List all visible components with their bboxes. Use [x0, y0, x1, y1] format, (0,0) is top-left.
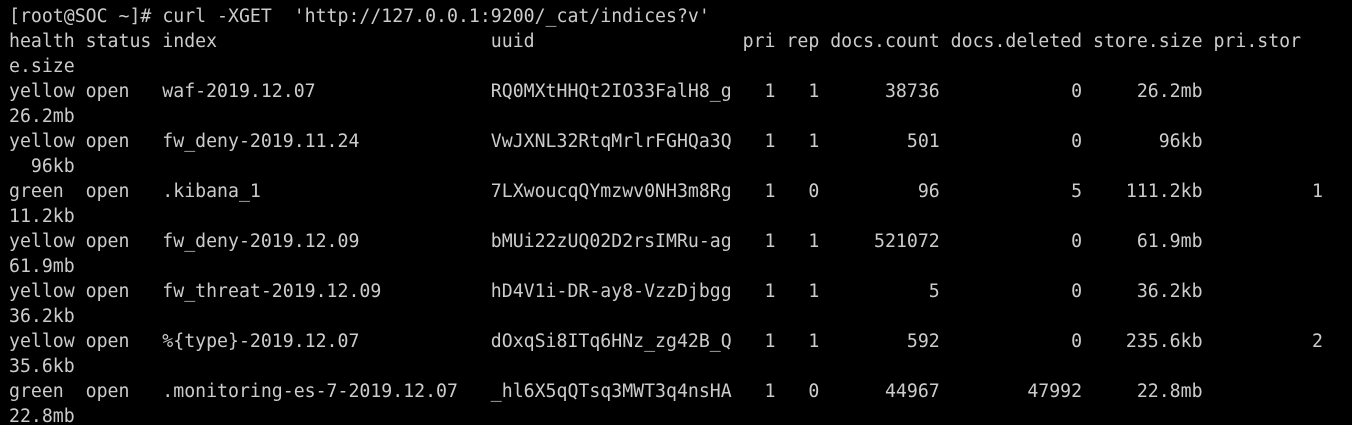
table-row-wrap: 11.2kb: [9, 206, 75, 227]
table-row: green open .kibana_1 7LXwoucqQYmzwv0NH3m…: [9, 181, 1323, 202]
command-text: curl -XGET 'http://127.0.0.1:9200/_cat/i…: [162, 6, 710, 27]
table-row-wrap: 35.6kb: [9, 356, 75, 377]
table-header: health status index uuid pri rep docs.co…: [9, 31, 1302, 52]
table-row: yellow open %{type}-2019.12.07 dOxqSi8IT…: [9, 331, 1323, 352]
table-row-wrap: 36.2kb: [9, 306, 75, 327]
table-row: yellow open fw_threat-2019.12.09 hD4V1i-…: [9, 281, 1203, 302]
table-row-wrap: 96kb: [9, 156, 75, 177]
table-header-wrap: e.size: [9, 56, 75, 77]
table-row: yellow open fw_deny-2019.11.24 VwJXNL32R…: [9, 131, 1203, 152]
terminal-window[interactable]: [root@SOC ~]# curl -XGET 'http://127.0.0…: [0, 0, 1352, 425]
command-line: [root@SOC ~]# curl -XGET 'http://127.0.0…: [9, 4, 1352, 29]
table-row: yellow open waf-2019.12.07 RQ0MXtHHQt2IO…: [9, 81, 1203, 102]
table-row-wrap: 26.2mb: [9, 106, 75, 127]
table-row: green open .monitoring-es-7-2019.12.07 _…: [9, 381, 1203, 402]
table-row-wrap: 22.8mb: [9, 406, 75, 425]
table-row-wrap: 61.9mb: [9, 256, 75, 277]
shell-prompt: [root@SOC ~]#: [9, 6, 163, 27]
table-row: yellow open fw_deny-2019.12.09 bMUi22zUQ…: [9, 231, 1203, 252]
